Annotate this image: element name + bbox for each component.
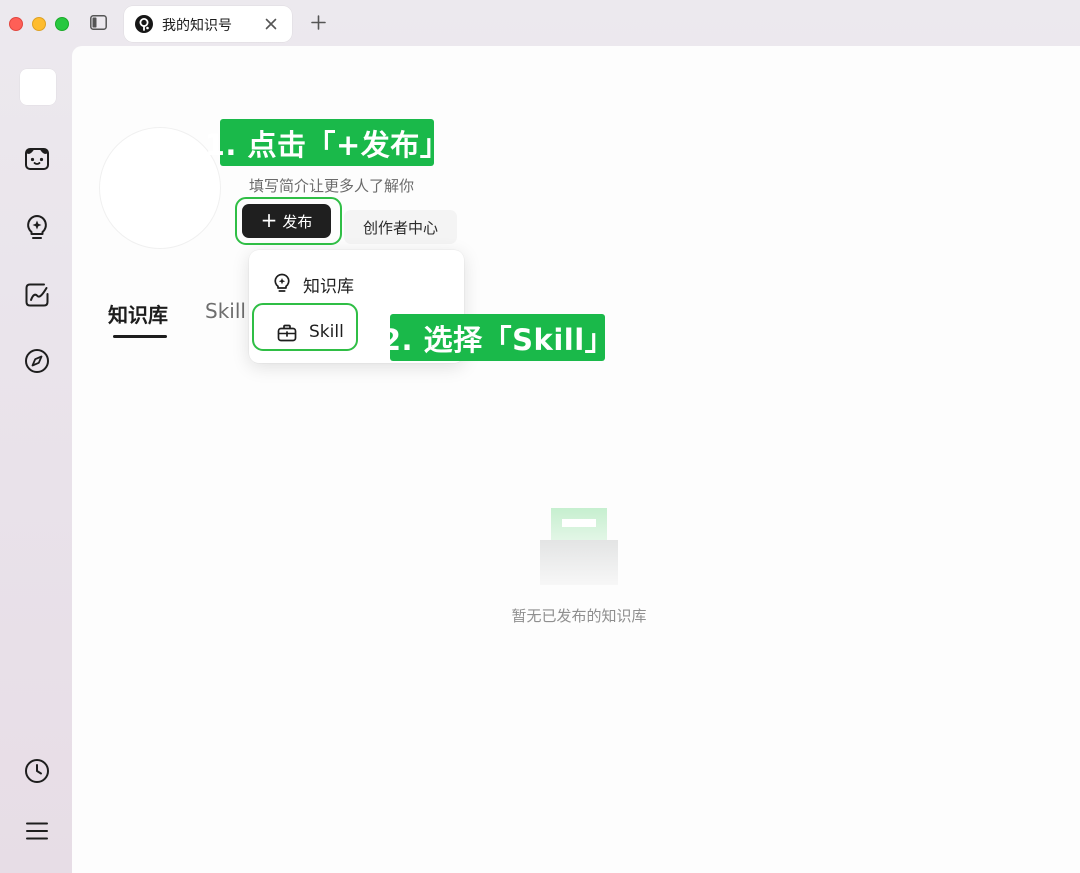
window-zoom-button[interactable] bbox=[55, 17, 69, 31]
tab-knowledge-base[interactable]: 知识库 bbox=[108, 299, 168, 328]
menu-item-knowledge-base[interactable]: 知识库 bbox=[249, 261, 464, 305]
tab-title: 我的知识号 bbox=[162, 18, 232, 34]
compass-icon[interactable] bbox=[22, 346, 52, 376]
creator-center-label: 创作者中心 bbox=[362, 218, 438, 237]
bio-placeholder[interactable]: 填写简介让更多人了解你 bbox=[249, 175, 414, 196]
publish-button[interactable]: + 发布 bbox=[242, 204, 331, 238]
menu-item-label: 知识库 bbox=[303, 277, 354, 297]
lightbulb-sparkle-icon[interactable] bbox=[22, 212, 52, 242]
user-avatar[interactable] bbox=[20, 69, 56, 105]
active-tab-indicator bbox=[113, 335, 167, 338]
browser-tab[interactable]: 我的知识号 bbox=[124, 6, 292, 42]
chart-pen-icon[interactable] bbox=[22, 280, 52, 310]
step-2-annotation: 2. 选择「Skill」 bbox=[381, 314, 614, 361]
window-close-button[interactable] bbox=[9, 17, 23, 31]
publish-button-label: 发布 bbox=[282, 212, 313, 231]
sidebar-icon[interactable] bbox=[90, 15, 107, 30]
tab-skill[interactable]: Skill bbox=[205, 299, 246, 323]
empty-state-message: 暂无已发布的知识库 bbox=[511, 607, 647, 625]
close-icon[interactable] bbox=[262, 15, 280, 33]
plus-icon: + bbox=[260, 208, 278, 232]
panda-face-icon[interactable] bbox=[22, 144, 52, 174]
creator-center-button[interactable]: 创作者中心 bbox=[344, 210, 457, 244]
step-1-annotation: 1. 点击「+发布」 bbox=[205, 119, 449, 166]
menu-icon[interactable] bbox=[22, 816, 52, 846]
profile-avatar[interactable] bbox=[99, 127, 221, 249]
toolbox-icon bbox=[276, 322, 298, 344]
browser-titlebar: 我的知识号 bbox=[0, 0, 1080, 46]
empty-box-illustration bbox=[539, 506, 619, 586]
left-rail bbox=[0, 46, 72, 873]
ima-logo-icon bbox=[135, 15, 153, 33]
window-minimize-button[interactable] bbox=[32, 17, 46, 31]
plus-icon[interactable] bbox=[309, 13, 328, 32]
clock-icon[interactable] bbox=[22, 756, 52, 786]
main-content: 填写简介让更多人了解你 + 发布 创作者中心 知识库 Skill 知识库 Ski… bbox=[72, 46, 1080, 873]
lightbulb-icon bbox=[271, 272, 293, 294]
menu-item-label: Skill bbox=[309, 322, 344, 342]
